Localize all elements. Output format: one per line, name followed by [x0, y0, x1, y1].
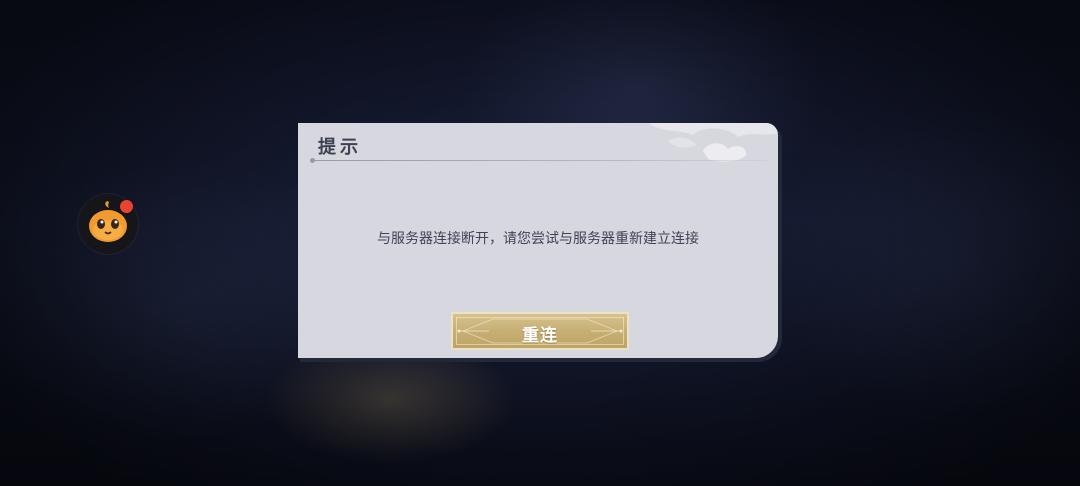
dialog-title: 提示 — [318, 137, 362, 158]
disconnect-dialog: 提示 与服务器连接断开，请您尝试与服务器重新建立连接 重连 — [298, 123, 778, 358]
cloud-ornament-icon — [648, 123, 778, 162]
reconnect-button[interactable]: 重连 — [451, 312, 629, 350]
reconnect-button-label: 重连 — [522, 326, 558, 346]
title-divider — [310, 160, 768, 161]
divider-ornament — [310, 158, 315, 163]
dialog-message: 与服务器连接断开，请您尝试与服务器重新建立连接 — [377, 231, 699, 247]
floating-assistant-button[interactable] — [78, 194, 138, 254]
notification-dot — [120, 200, 133, 213]
